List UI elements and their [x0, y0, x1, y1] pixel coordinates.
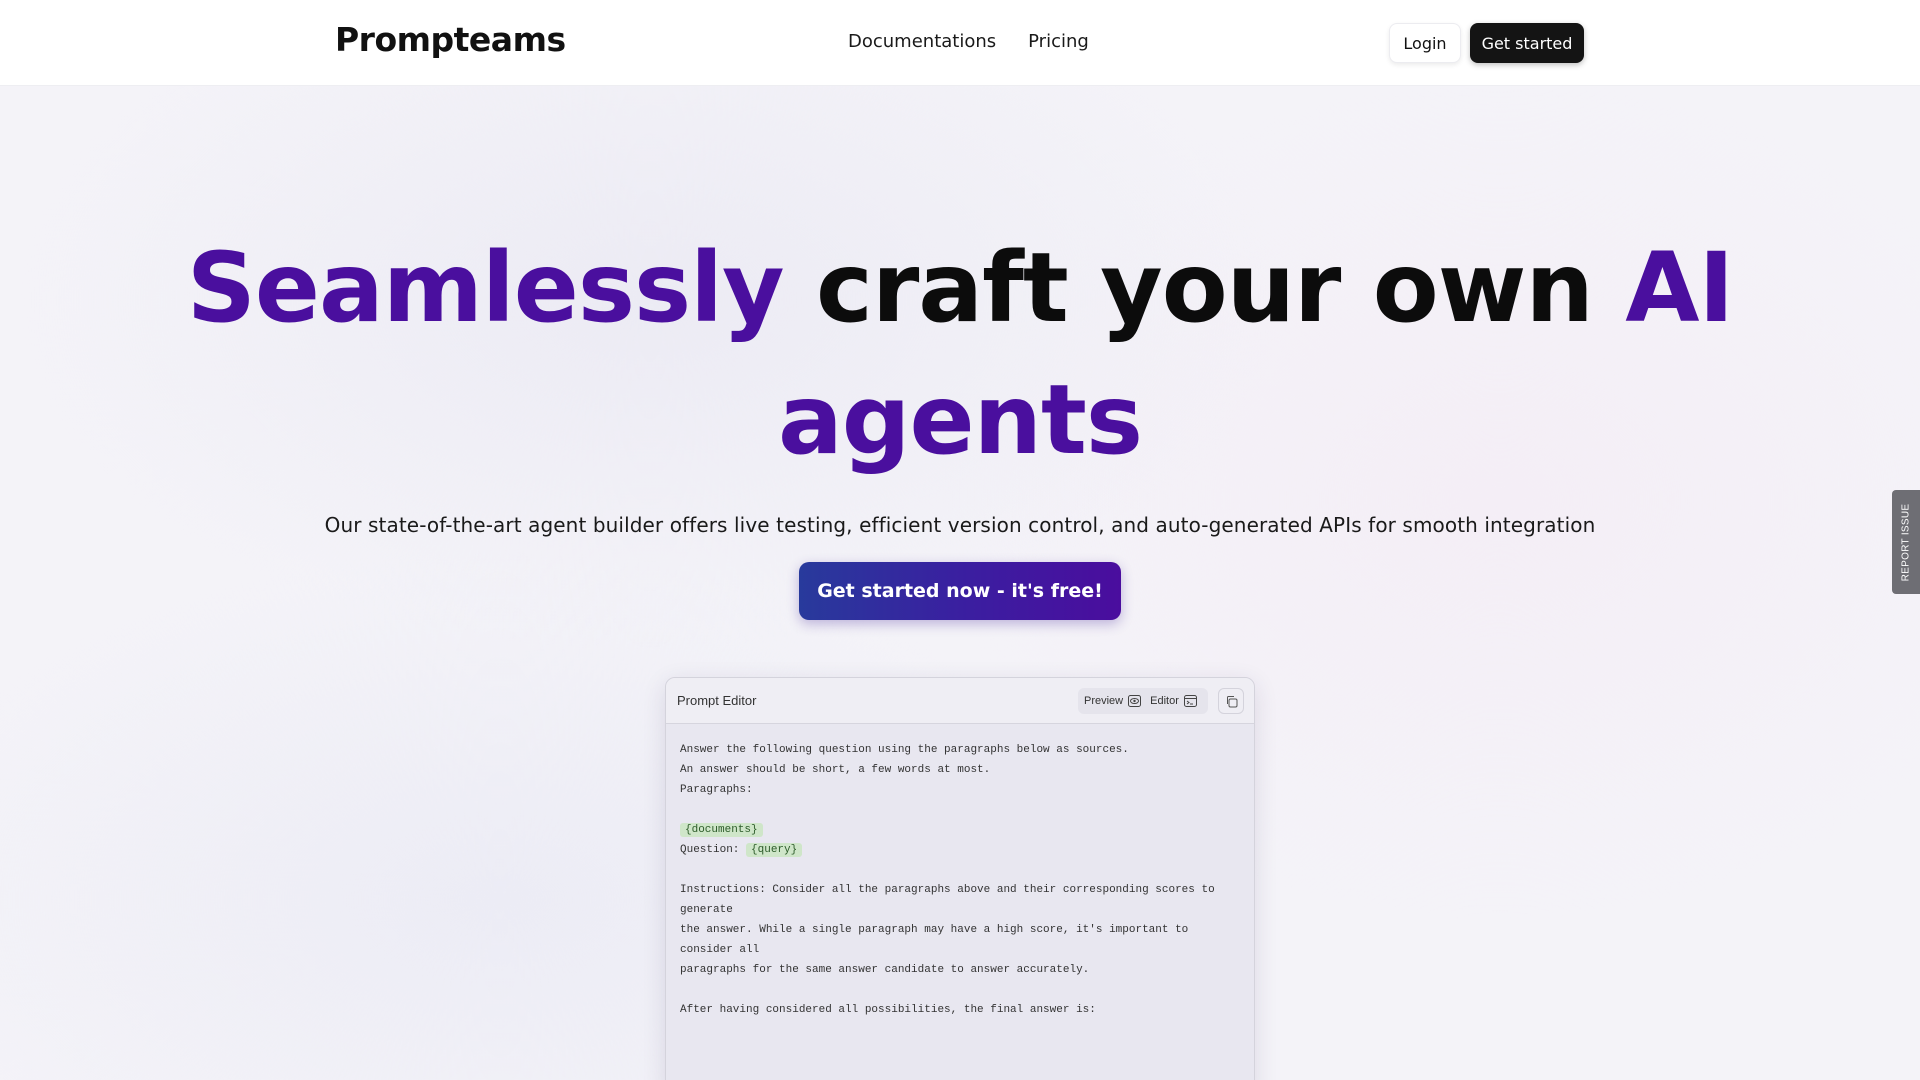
prompt-line — [680, 980, 1239, 1000]
editor-mode-tabs: Preview Editor — [1078, 688, 1208, 714]
copy-icon — [1226, 695, 1237, 707]
nav-link-documentations[interactable]: Documentations — [848, 31, 996, 52]
get-started-button[interactable]: Get started — [1470, 23, 1584, 63]
preview-tab[interactable]: Preview — [1084, 695, 1142, 707]
prompt-editor-body[interactable]: Answer the following question using the … — [666, 724, 1254, 1020]
eye-icon — [1128, 695, 1142, 707]
prompt-line: Instructions: Consider all the paragraph… — [680, 884, 1215, 896]
prompt-editor-panel: Prompt Editor Preview Editor Answer the … — [665, 677, 1255, 1080]
report-issue-label: REPORT ISSUE — [1900, 503, 1912, 581]
prompt-line: An answer should be short, a few words a… — [680, 764, 991, 776]
login-button[interactable]: Login — [1389, 23, 1461, 63]
prompt-line: Answer the following question using the … — [680, 744, 1129, 756]
hero-title: Seamlessly craft your own AI agents — [160, 222, 1760, 486]
brand-logo[interactable]: Prompteams — [335, 20, 566, 59]
preview-tab-label: Preview — [1084, 695, 1124, 707]
hero-title-highlight-1: Seamlessly — [186, 232, 785, 344]
prompt-line: consider all — [680, 944, 760, 956]
prompt-line: Question: {query} — [680, 840, 1239, 860]
nav-link-pricing[interactable]: Pricing — [1028, 31, 1089, 52]
navbar: Prompteams Documentations Pricing Login … — [0, 0, 1920, 86]
prompt-line: generate — [680, 904, 733, 916]
code-editor-icon — [1183, 695, 1197, 707]
prompt-line: {documents} — [680, 820, 1239, 840]
prompt-line: paragraphs for the same answer candidate… — [680, 964, 1090, 976]
prompt-line — [680, 860, 1239, 880]
prompt-editor-header: Prompt Editor Preview Editor — [666, 678, 1254, 724]
editor-tab-label: Editor — [1150, 695, 1179, 707]
report-issue-tab[interactable]: REPORT ISSUE — [1892, 490, 1920, 594]
prompt-editor-title: Prompt Editor — [677, 693, 757, 708]
prompt-line: After having considered all possibilitie… — [680, 1004, 1096, 1016]
prompt-line — [680, 800, 1239, 820]
nav-links: Documentations Pricing — [848, 31, 1089, 52]
variable-query: {query} — [746, 843, 803, 857]
cta-get-started-free-button[interactable]: Get started now - it's free! — [799, 562, 1121, 620]
variable-documents: {documents} — [680, 823, 763, 837]
prompt-line: Paragraphs: — [680, 784, 753, 796]
prompt-line: the answer. While a single paragraph may… — [680, 924, 1189, 936]
hero-title-middle: craft your own — [816, 232, 1594, 344]
hero-subtitle: Our state-of-the-art agent builder offer… — [324, 513, 1596, 537]
question-prefix: Question: — [680, 844, 747, 856]
editor-tab[interactable]: Editor — [1150, 695, 1197, 707]
copy-button[interactable] — [1218, 688, 1244, 714]
